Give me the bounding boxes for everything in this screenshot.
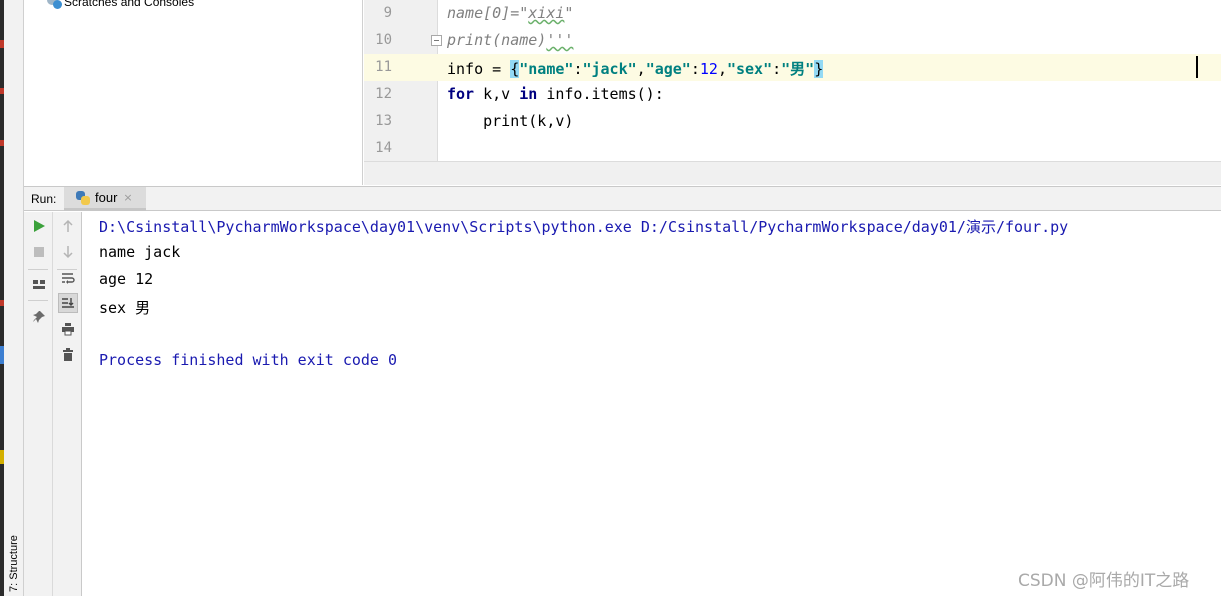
run-toolbar-secondary <box>53 212 82 596</box>
print-icon <box>62 323 74 336</box>
code-line: 13 print(k,v) <box>364 108 1221 135</box>
print-button[interactable] <box>58 319 78 339</box>
structure-tool-tab[interactable]: 7: Structure <box>4 520 24 596</box>
code-line: 10 print(name)''' <box>364 27 1221 54</box>
pin-tab-button[interactable] <box>29 307 49 327</box>
watermark: CSDN @阿伟的IT之路 <box>1018 571 1190 591</box>
close-icon[interactable]: × <box>123 191 132 204</box>
pin-icon <box>33 311 45 323</box>
arrow-up-icon <box>63 219 73 232</box>
code-text: name[0]="xixi" <box>447 4 574 22</box>
toolbar-separator <box>28 269 48 270</box>
tree-item-scratches[interactable]: Scratches and Consoles <box>46 0 194 10</box>
run-label: Run: <box>31 192 57 206</box>
restore-layout-button[interactable] <box>29 274 49 294</box>
soft-wrap-icon <box>62 273 75 284</box>
rerun-button[interactable] <box>29 216 49 236</box>
run-tab-label: four <box>95 190 118 205</box>
toolbar-separator <box>28 300 48 301</box>
trash-icon <box>63 348 73 361</box>
code-line: 14 <box>364 135 1221 162</box>
code-text: print(name)''' <box>447 31 574 49</box>
text-caret <box>1196 56 1198 78</box>
run-tool-header: Run: four × <box>24 186 1221 211</box>
next-occurrence-button[interactable] <box>58 242 78 262</box>
clear-all-button[interactable] <box>58 345 78 365</box>
tree-item-label: Scratches and Consoles <box>64 0 195 9</box>
stop-button[interactable] <box>29 242 49 262</box>
code-line: 12 for k,v in info.items(): <box>364 81 1221 108</box>
soft-wrap-button[interactable] <box>58 268 78 288</box>
scroll-to-end-button[interactable] <box>58 293 78 313</box>
python-file-icon <box>76 190 90 205</box>
line-number: 9 <box>383 5 392 21</box>
project-tree-panel: Scratches and Consoles <box>24 0 363 185</box>
scratches-icon <box>46 0 62 9</box>
code-text: print(k,v) <box>447 112 574 130</box>
console-command-line: D:\Csinstall\PycharmWorkspace\day01\venv… <box>99 218 1069 236</box>
scroll-to-end-icon <box>62 298 74 308</box>
layout-icon <box>33 280 45 289</box>
code-text: info = {"name":"jack","age":12,"sex":"男"… <box>447 60 824 78</box>
console-exit-line: Process finished with exit code 0 <box>99 351 398 369</box>
structure-tab-label: 7: Structure <box>8 535 20 592</box>
console-line: name jack <box>99 243 181 261</box>
console-line: age 12 <box>99 270 154 288</box>
play-icon <box>34 220 45 232</box>
fold-marker-icon[interactable] <box>431 35 442 46</box>
line-number: 13 <box>375 113 392 129</box>
console-line: sex 男 <box>99 299 151 317</box>
code-line-current: 11 info = {"name":"jack","age":12,"sex":… <box>364 54 1221 81</box>
code-text: for k,v in info.items(): <box>447 85 664 103</box>
line-number: 14 <box>375 140 392 156</box>
left-tool-strip: 7: Structure <box>4 0 24 596</box>
run-toolbar-primary <box>24 212 53 596</box>
line-number: 12 <box>375 86 392 102</box>
editor-bottom-strip <box>364 161 1221 185</box>
arrow-down-icon <box>63 246 73 259</box>
console-output[interactable]: D:\Csinstall\PycharmWorkspace\day01\venv… <box>83 212 1221 596</box>
code-editor[interactable]: 9 name[0]="xixi" 10 print(name)''' 11 in… <box>364 0 1221 185</box>
line-number: 10 <box>375 32 392 48</box>
code-line: 9 name[0]="xixi" <box>364 0 1221 27</box>
stop-icon <box>34 247 44 257</box>
previous-occurrence-button[interactable] <box>58 216 78 236</box>
line-number: 11 <box>375 59 392 75</box>
run-tab-four[interactable]: four × <box>64 187 146 211</box>
